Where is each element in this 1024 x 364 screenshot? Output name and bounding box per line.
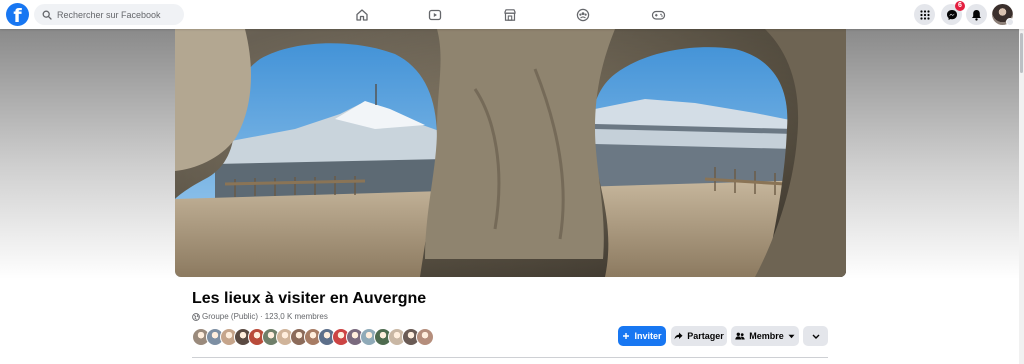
globe-icon [192, 312, 200, 321]
group-title: Les lieux à visiter en Auvergne [192, 290, 427, 307]
bell-icon [972, 9, 981, 21]
more-options-button[interactable] [803, 326, 828, 346]
group-member-count[interactable]: 123,0 K membres [265, 312, 328, 321]
share-icon [674, 332, 683, 340]
search-input[interactable] [57, 9, 177, 20]
member-avatar[interactable] [416, 328, 434, 346]
chevron-down-icon[interactable] [1006, 18, 1014, 26]
messenger-icon [946, 9, 957, 20]
facebook-logo[interactable]: f [6, 3, 29, 26]
group-meta: Groupe (Public) · 123,0 K membres [192, 312, 328, 321]
gaming-icon[interactable] [648, 5, 668, 24]
search-icon [42, 10, 52, 20]
marketplace-icon[interactable] [500, 5, 520, 24]
chevron-down-icon [812, 334, 819, 339]
messenger-button[interactable]: 6 [941, 1, 965, 25]
groups-icon[interactable] [573, 5, 593, 24]
cover-photo[interactable] [175, 29, 846, 277]
meta-separator: · [260, 312, 263, 321]
member-label: Membre [749, 331, 784, 341]
search-box[interactable] [34, 4, 184, 25]
home-icon[interactable] [352, 5, 372, 24]
invite-button[interactable]: Inviter [618, 326, 666, 346]
share-button[interactable]: Partager [671, 326, 727, 346]
messenger-badge: 6 [955, 1, 965, 11]
menu-grid-button[interactable] [914, 4, 935, 25]
watch-icon[interactable] [425, 5, 445, 24]
menu-grid-icon [919, 9, 930, 20]
top-navigation-bar: f 6 [0, 0, 1024, 29]
member-button[interactable]: Membre [731, 326, 799, 346]
plus-icon [623, 333, 630, 339]
share-label: Partager [687, 331, 724, 341]
people-icon [735, 332, 745, 340]
invite-label: Inviter [634, 331, 662, 341]
section-divider [192, 357, 828, 358]
caret-down-icon [788, 334, 795, 338]
member-avatars[interactable] [192, 328, 434, 346]
group-privacy[interactable]: Groupe (Public) [202, 312, 258, 321]
notifications-button[interactable] [966, 4, 987, 25]
page-scrollbar[interactable] [1019, 29, 1024, 364]
